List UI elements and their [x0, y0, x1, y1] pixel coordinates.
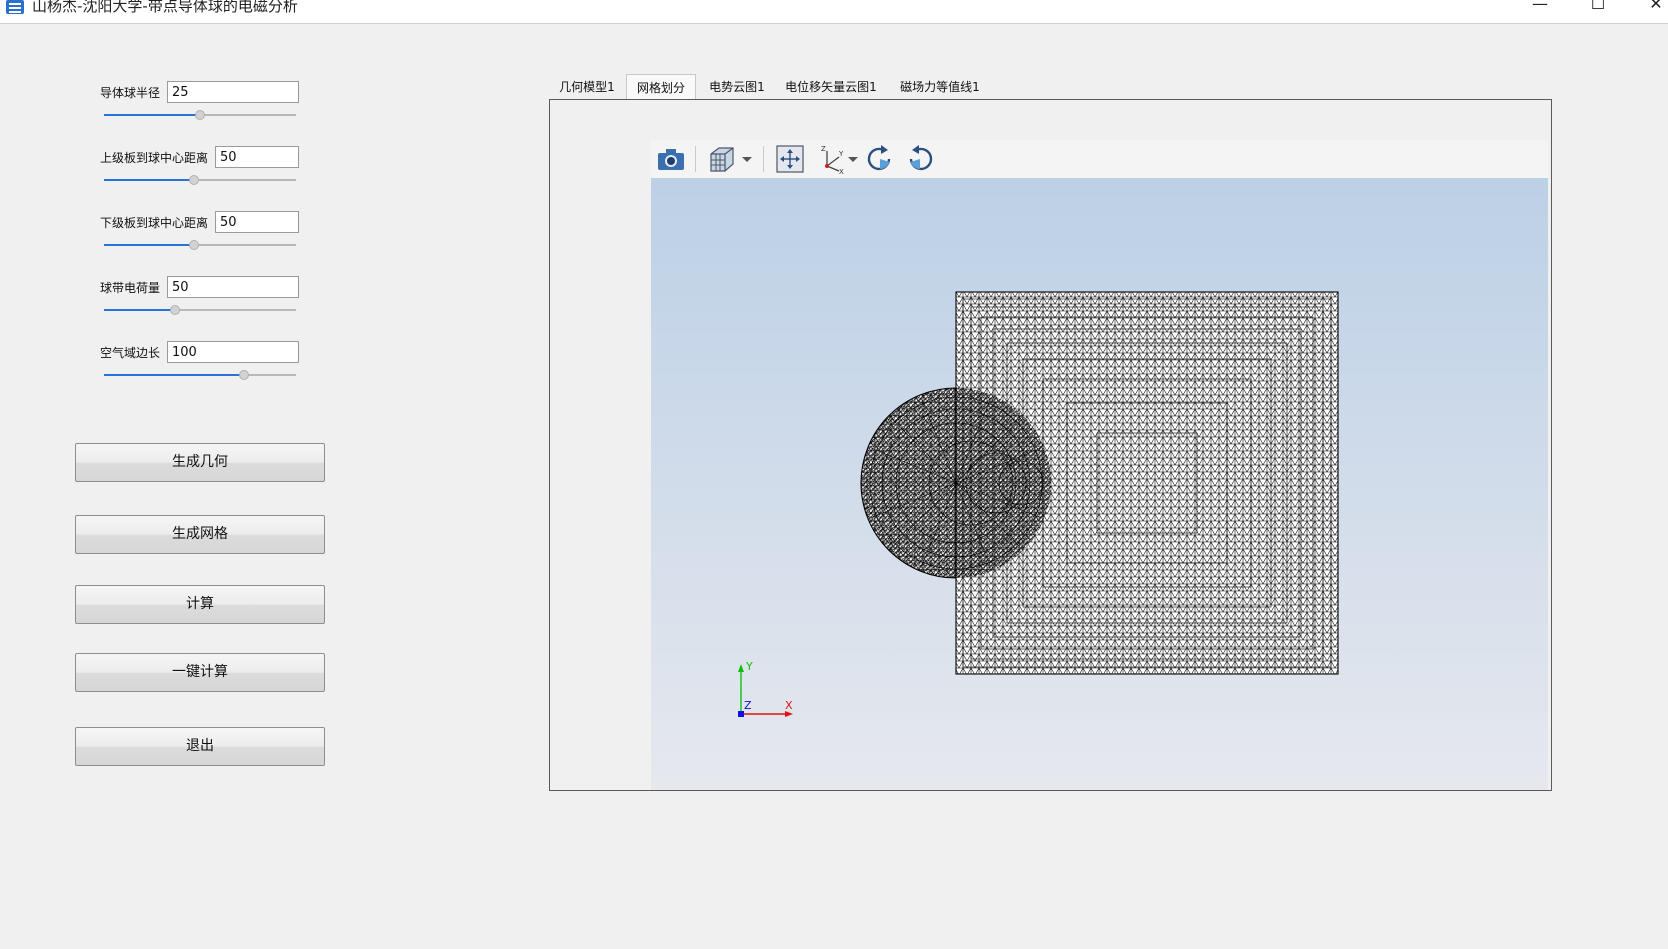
svg-text:X: X: [839, 168, 844, 174]
toolbar-separator: [763, 146, 764, 172]
tab-potential-contour[interactable]: 电势云图1: [698, 74, 776, 100]
sphere-charge-slider[interactable]: [104, 305, 296, 315]
rotate-right-icon[interactable]: [865, 144, 895, 174]
sphere-radius-input[interactable]: [167, 81, 299, 103]
sphere-charge-input[interactable]: [167, 276, 299, 298]
maximize-button[interactable]: ☐: [1578, 0, 1618, 16]
mesh-graphic: Y X Z: [738, 291, 1339, 717]
air-domain-length-input[interactable]: [167, 341, 299, 363]
tab-displacement-vector-contour[interactable]: 电位移矢量云图1: [778, 74, 884, 100]
axis-indicator: Y X Z: [738, 660, 793, 717]
sphere-radius-slider[interactable]: [104, 110, 296, 120]
param-label-lower-plate-distance: 下级板到球中心距离: [100, 216, 209, 230]
param-label-sphere-charge: 球带电荷量: [100, 281, 161, 295]
generate-geometry-button[interactable]: 生成几何: [75, 443, 325, 482]
upper-plate-distance-slider[interactable]: [104, 175, 296, 185]
dropdown-arrow-icon[interactable]: [741, 144, 753, 174]
tab-geometry-model[interactable]: 几何模型1: [548, 74, 626, 100]
lower-plate-distance-input[interactable]: [215, 211, 299, 233]
axis-label-z: Z: [744, 699, 752, 712]
toolbar-separator: [695, 146, 696, 172]
window-title: 山杨杰-沈阳大学-带点导体球的电磁分析: [32, 0, 298, 15]
camera-icon[interactable]: [655, 144, 687, 174]
exit-button[interactable]: 退出: [75, 727, 325, 766]
3d-viewer: Z Y X Y X Z: [651, 140, 1548, 790]
axis-triad-icon[interactable]: Z Y X: [817, 144, 845, 174]
slider-thumb[interactable]: [239, 370, 250, 380]
param-label-air-domain-length: 空气域边长: [100, 346, 161, 360]
tab-mesh[interactable]: 网格划分: [626, 74, 696, 100]
dropdown-arrow-icon[interactable]: [847, 144, 859, 174]
tab-magnetic-force-isolines[interactable]: 磁场力等值线1: [888, 74, 992, 100]
svg-text:Y: Y: [838, 150, 844, 158]
slider-thumb[interactable]: [170, 305, 181, 315]
upper-plate-distance-input[interactable]: [215, 146, 299, 168]
lower-plate-distance-slider[interactable]: [104, 240, 296, 250]
title-bar: 山杨杰-沈阳大学-带点导体球的电磁分析 — ☐ ✕: [0, 0, 1668, 24]
param-label-sphere-radius: 导体球半径: [100, 86, 161, 100]
viewer-toolbar: Z Y X: [651, 140, 1548, 179]
svg-text:Z: Z: [821, 145, 826, 153]
generate-mesh-button[interactable]: 生成网格: [75, 515, 325, 554]
axis-label-x: X: [785, 699, 793, 712]
zoom-extents-icon[interactable]: [775, 144, 805, 174]
slider-thumb[interactable]: [189, 240, 200, 250]
viewer-canvas[interactable]: Y X Z: [651, 178, 1548, 790]
one-click-compute-button[interactable]: 一键计算: [75, 653, 325, 692]
axis-label-y: Y: [745, 660, 753, 673]
rotate-left-icon[interactable]: [905, 144, 935, 174]
air-domain-length-slider[interactable]: [104, 370, 296, 380]
close-button[interactable]: ✕: [1636, 0, 1668, 16]
view-cube-icon[interactable]: [707, 144, 737, 174]
app-icon: [6, 0, 24, 14]
compute-button[interactable]: 计算: [75, 585, 325, 624]
slider-thumb[interactable]: [195, 110, 205, 120]
slider-thumb[interactable]: [189, 175, 200, 185]
param-label-upper-plate-distance: 上级板到球中心距离: [100, 151, 209, 165]
minimize-button[interactable]: —: [1520, 0, 1560, 16]
